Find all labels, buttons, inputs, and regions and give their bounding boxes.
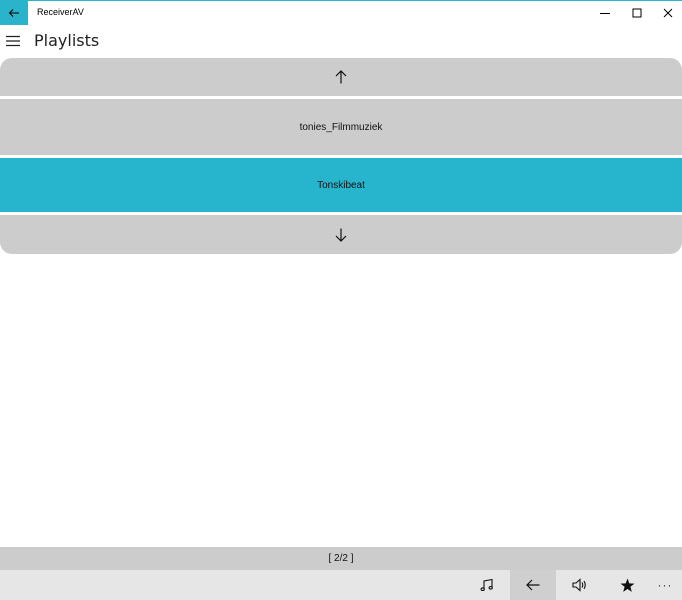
maximize-icon — [632, 8, 642, 18]
playlist-item-selected[interactable]: Tonskibeat — [0, 158, 682, 212]
more-button[interactable]: ··· — [648, 570, 682, 600]
more-icon: ··· — [657, 578, 673, 592]
favorites-button[interactable] — [604, 570, 650, 600]
arrow-up-icon — [335, 70, 347, 84]
maximize-button[interactable] — [621, 1, 653, 25]
playlist-item-label: Tonskibeat — [317, 179, 365, 191]
close-button[interactable] — [652, 1, 682, 25]
music-button[interactable] — [464, 570, 510, 600]
music-icon — [480, 578, 493, 592]
minimize-button[interactable] — [589, 1, 621, 25]
hamburger-menu-button[interactable] — [3, 32, 23, 50]
page-indicator: [ 2/2 ] — [0, 547, 682, 570]
arrow-down-icon — [335, 228, 347, 242]
page-title: Playlists — [34, 31, 100, 50]
minimize-icon — [600, 13, 610, 14]
titlebar-back-button[interactable] — [0, 1, 28, 25]
hamburger-icon — [6, 35, 20, 47]
volume-icon — [572, 578, 586, 592]
playlist-item[interactable]: tonies_Filmmuziek — [0, 99, 682, 155]
window-titlebar: ReceiverAV — [0, 0, 682, 25]
star-icon — [620, 578, 634, 592]
command-bar: ··· — [0, 570, 682, 600]
close-icon — [663, 8, 673, 18]
back-arrow-icon — [526, 579, 540, 591]
playlist-item-label: tonies_Filmmuziek — [299, 121, 383, 133]
back-arrow-icon — [8, 9, 19, 17]
window-title: ReceiverAV — [37, 7, 84, 17]
scroll-up-button[interactable] — [0, 58, 682, 96]
back-button[interactable] — [510, 570, 556, 600]
scroll-down-button[interactable] — [0, 215, 682, 254]
volume-button[interactable] — [557, 570, 603, 600]
page-indicator-text: [ 2/2 ] — [328, 553, 354, 564]
